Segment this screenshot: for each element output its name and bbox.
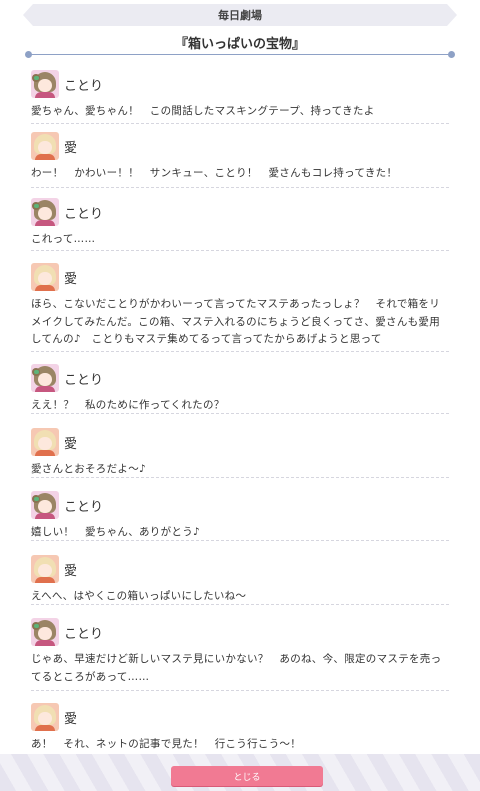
speaker-row: ことり xyxy=(31,363,449,393)
speaker-row: ことり xyxy=(31,197,449,227)
dialogue-text: わー！ かわいー！！ サンキュー、ことり！ 愛さんもコレ持ってきた！ xyxy=(31,167,398,179)
dialogue-text: えへへ、はやくこの箱いっぱいにしたいね～ xyxy=(31,590,247,602)
speaker-name: ことり xyxy=(64,626,104,642)
dialogue-text: じゃあ、早速だけど新しいマステ見にいかない？ あのね、今、限定のマステを売ってる… xyxy=(31,653,442,683)
divider-cap-left xyxy=(25,51,32,58)
header-label: 毎日劇場 xyxy=(218,9,262,22)
dialogue-entry: ことりじゃあ、早速だけど新しいマステ見にいかない？ あのね、今、限定のマステを売… xyxy=(31,617,449,686)
divider-cap-right xyxy=(448,51,455,58)
speaker-name: 愛 xyxy=(64,271,78,287)
entry-separator xyxy=(31,123,449,124)
entry-separator xyxy=(31,250,449,251)
speaker-name: 愛 xyxy=(64,140,78,156)
dialogue-text: ほら、こないだことりがかわいーって言ってたマステあったっしょ？ それで箱をリメイ… xyxy=(31,298,441,345)
dialogue-entry: 愛わー！ かわいー！！ サンキュー、ことり！ 愛さんもコレ持ってきた！ xyxy=(31,131,449,183)
ai-avatar-icon xyxy=(31,428,59,456)
speaker-name: 愛 xyxy=(64,436,78,452)
dialogue-entry: ことりええ！？ 私のために作ってくれたの？ xyxy=(31,363,449,415)
dialogue-entry: 愛えへへ、はやくこの箱いっぱいにしたいね～ xyxy=(31,554,449,606)
speaker-row: ことり xyxy=(31,617,449,647)
speaker-name: ことり xyxy=(64,499,104,515)
speaker-row: 愛 xyxy=(31,554,449,584)
entry-separator xyxy=(31,690,449,691)
speaker-row: 愛 xyxy=(31,702,449,732)
close-button[interactable]: とじる xyxy=(171,766,323,786)
kotori-avatar-icon xyxy=(31,198,59,226)
speaker-row: 愛 xyxy=(31,427,449,457)
speaker-name: ことり xyxy=(64,78,104,94)
speaker-name: ことり xyxy=(64,372,104,388)
title-divider xyxy=(25,51,455,58)
entry-separator xyxy=(31,540,449,541)
entry-separator xyxy=(31,604,449,605)
dialogue-text: あ！ それ、ネットの記事で見た！ 行こう行こう～！ xyxy=(31,738,302,750)
dialogue-entry: 愛あ！ それ、ネットの記事で見た！ 行こう行こう～！ xyxy=(31,702,449,754)
kotori-avatar-icon xyxy=(31,70,59,98)
dialogue-entry: 愛愛さんとおそろだよ～♪ xyxy=(31,427,449,479)
speaker-row: 愛 xyxy=(31,262,449,292)
episode-title: 『箱いっぱいの宝物』 xyxy=(174,37,305,52)
dialogue-entry: ことり嬉しい！ 愛ちゃん、ありがとう♪ xyxy=(31,490,449,542)
dialogue-text: 愛さんとおそろだよ～♪ xyxy=(31,463,147,475)
entry-separator xyxy=(31,477,449,478)
ai-avatar-icon xyxy=(31,555,59,583)
speaker-name: 愛 xyxy=(64,711,78,727)
speaker-row: ことり xyxy=(31,490,449,520)
entry-separator xyxy=(31,351,449,352)
entry-separator xyxy=(31,187,449,188)
dialogue-text: 愛ちゃん、愛ちゃん！ この間話したマスキングテープ、持ってきたよ xyxy=(31,105,375,117)
entry-separator xyxy=(31,413,449,414)
kotori-avatar-icon xyxy=(31,618,59,646)
header-bar: 毎日劇場 xyxy=(23,4,457,26)
speaker-name: 愛 xyxy=(64,563,78,579)
ai-avatar-icon xyxy=(31,132,59,160)
kotori-avatar-icon xyxy=(31,491,59,519)
dialogue-text: 嬉しい！ 愛ちゃん、ありがとう♪ xyxy=(31,526,201,538)
speaker-name: ことり xyxy=(64,206,104,222)
speaker-row: ことり xyxy=(31,69,449,99)
kotori-avatar-icon xyxy=(31,364,59,392)
speaker-row: 愛 xyxy=(31,131,449,161)
ai-avatar-icon xyxy=(31,703,59,731)
dialogue-text: これって…… xyxy=(31,233,96,245)
dialogue-entry: ことり愛ちゃん、愛ちゃん！ この間話したマスキングテープ、持ってきたよ xyxy=(31,69,449,121)
dialogue-entry: 愛ほら、こないだことりがかわいーって言ってたマステあったっしょ？ それで箱をリメ… xyxy=(31,262,449,349)
ai-avatar-icon xyxy=(31,263,59,291)
dialogue-text: ええ！？ 私のために作ってくれたの？ xyxy=(31,399,225,411)
dialogue-entry: ことりこれって…… xyxy=(31,197,449,249)
